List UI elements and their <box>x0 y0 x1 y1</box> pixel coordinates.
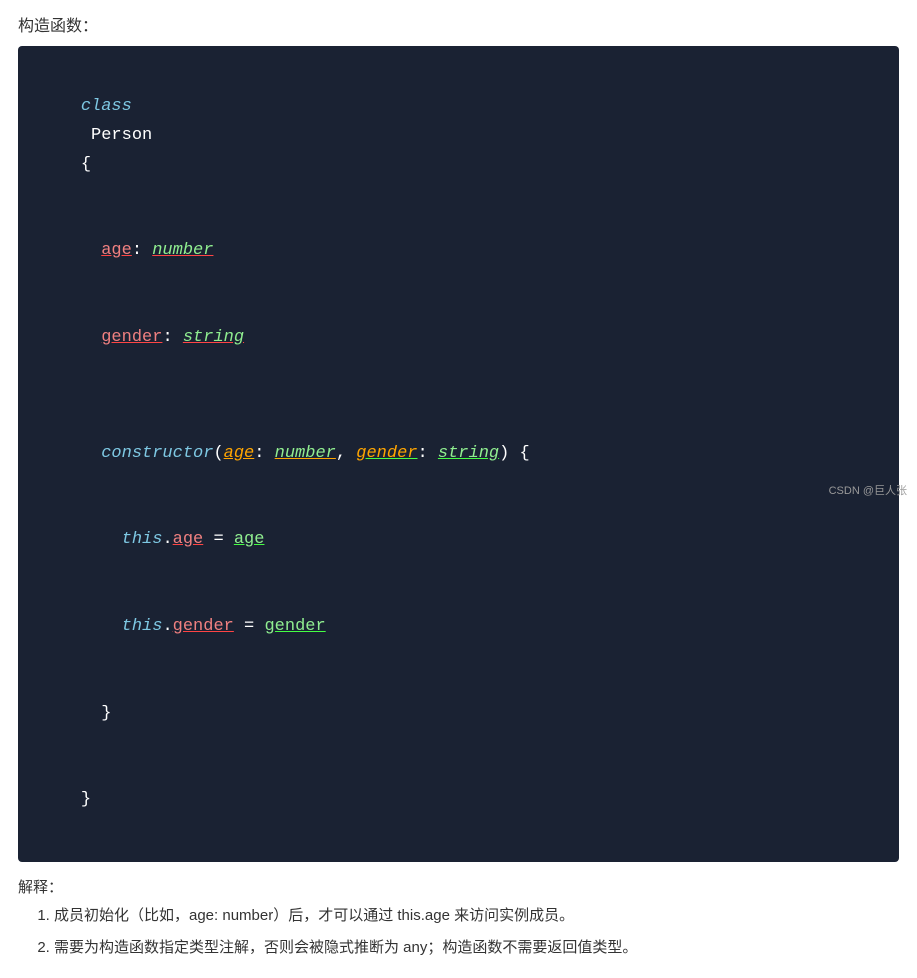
keyword-constructor: constructor <box>101 444 213 463</box>
class-name: Person <box>81 126 163 145</box>
prop-age: age <box>101 241 132 260</box>
colon-age: : <box>132 241 152 260</box>
dot-2: . <box>162 617 172 636</box>
explanation-item-2: 需要为构造函数指定类型注解，否则会被隐式推断为 any；构造函数不需要返回值类型… <box>54 935 899 961</box>
type-string-1: string <box>183 328 244 347</box>
this-kw-2: this <box>122 617 163 636</box>
type-string-2: string <box>438 444 499 463</box>
explanation-item-1: 成员初始化（比如，age: number）后，才可以通过 this.age 来访… <box>54 903 899 929</box>
keyword-class: class <box>81 97 132 116</box>
colon-p2: : <box>418 444 438 463</box>
eq-2: = <box>234 617 265 636</box>
indent <box>81 241 101 260</box>
rhs-age: age <box>234 530 265 549</box>
param-age: age <box>224 444 255 463</box>
comma: , <box>336 444 356 463</box>
type-number-2: number <box>275 444 336 463</box>
eq-1: = <box>203 530 234 549</box>
indent <box>81 328 101 347</box>
section-title: 构造函数： <box>18 12 899 36</box>
dot-1: . <box>162 530 172 549</box>
indent2 <box>81 530 122 549</box>
prop-gender: gender <box>101 328 162 347</box>
rhs-gender: gender <box>264 617 325 636</box>
type-number-1: number <box>152 241 213 260</box>
watermark: CSDN @巨人张 <box>829 482 907 498</box>
indent <box>81 444 101 463</box>
paren-close: ) { <box>499 444 530 463</box>
this-age: age <box>173 530 204 549</box>
this-gender: gender <box>173 617 234 636</box>
explanation-section: 解释： 成员初始化（比如，age: number）后，才可以通过 this.ag… <box>18 876 899 960</box>
inner-brace-close: } <box>81 704 112 723</box>
param-gender: gender <box>356 444 417 463</box>
paren-open: ( <box>213 444 223 463</box>
explanation-list: 成员初始化（比如，age: number）后，才可以通过 this.age 来访… <box>18 903 899 960</box>
explanation-label: 解释： <box>18 876 899 897</box>
colon-p1: : <box>254 444 274 463</box>
indent2 <box>81 617 122 636</box>
colon-gender: : <box>162 328 182 347</box>
this-kw-1: this <box>122 530 163 549</box>
brace-open: { <box>81 155 91 174</box>
code-block: class Person { age: number gender: strin… <box>18 46 899 862</box>
outer-brace-close: } <box>81 790 91 809</box>
